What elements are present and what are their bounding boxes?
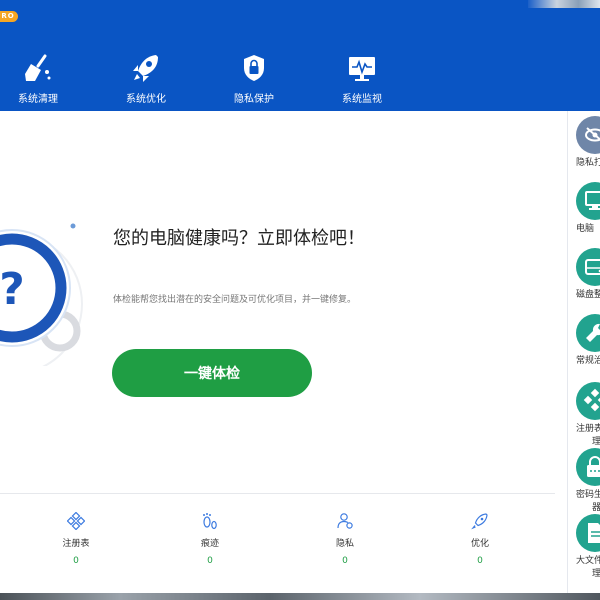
- nav-system-clean[interactable]: 系统清理: [0, 52, 83, 110]
- main-panel: ? 您的电脑健康吗？立即体检吧！ 体检能帮您找出潜在的安全问题及可优化项目，并一…: [0, 111, 567, 593]
- tool-label: 隐私打: [576, 158, 600, 168]
- shield-lock-icon: [244, 55, 264, 81]
- page-title: 您的电脑健康吗？立即体检吧！: [113, 228, 365, 249]
- tool-label: 大文件: [576, 556, 600, 566]
- nav-system-optimize[interactable]: 系统优化: [101, 52, 191, 110]
- tool-computer-info[interactable]: 电脑: [576, 182, 600, 236]
- tool-icon-bg: [576, 182, 600, 220]
- health-status-graphic: ?: [0, 223, 83, 366]
- stat-label: 注册表: [62, 539, 90, 549]
- tool-label: 电脑: [576, 224, 595, 234]
- status-question-mark: ?: [0, 264, 25, 315]
- stat-registry[interactable]: 注册表 0: [36, 512, 116, 566]
- monitor-pulse-icon: [349, 57, 375, 81]
- footprint-icon: [203, 513, 217, 530]
- broom-icon: [25, 54, 51, 81]
- computer-icon: [585, 191, 600, 210]
- pro-badge: PRO: [0, 11, 18, 22]
- tool-icon-bg: [576, 514, 600, 552]
- disk-icon: [585, 259, 600, 275]
- tool-icon-bg: [576, 248, 600, 286]
- tool-icon-bg: [576, 116, 600, 154]
- stat-traces[interactable]: 痕迹 0: [170, 512, 250, 566]
- divider: [0, 493, 555, 494]
- registry-icon: [67, 512, 85, 530]
- large-file-icon: [588, 523, 600, 543]
- stat-value: 0: [477, 556, 483, 566]
- stat-value: 0: [73, 556, 79, 566]
- tool-label-line2: 理: [592, 569, 600, 579]
- tool-label: 注册表: [576, 424, 600, 434]
- one-click-check-button[interactable]: 一键体检: [112, 349, 312, 397]
- tool-label: 密码生: [576, 490, 600, 500]
- stat-value: 0: [207, 556, 213, 566]
- tool-large-file-clean[interactable]: 大文件 理: [576, 514, 600, 581]
- nav-label: 系统优化: [126, 94, 166, 105]
- rocket-small-icon: [471, 513, 488, 530]
- wrench-icon: [586, 323, 600, 342]
- stat-privacy[interactable]: 隐私 0: [305, 512, 385, 566]
- tool-icon-bg: [576, 448, 600, 486]
- tool-label: 常规治: [576, 356, 600, 366]
- tool-registry-clean[interactable]: 注册表 理: [576, 382, 600, 449]
- stat-value: 0: [342, 556, 348, 566]
- nav-privacy-protect[interactable]: 隐私保护: [209, 52, 299, 110]
- stat-label: 优化: [470, 539, 489, 549]
- top-banner: PRO 系统清理 系统优化 隐私保护: [0, 0, 600, 111]
- tool-password-generator[interactable]: 密码生 器: [576, 448, 600, 515]
- nav-label: 系统清理: [18, 94, 58, 105]
- password-icon: [587, 456, 600, 477]
- stat-label: 痕迹: [200, 539, 219, 549]
- tool-general-clean[interactable]: 常规治: [576, 314, 600, 368]
- nav-system-monitor[interactable]: 系统监视: [317, 52, 407, 110]
- nav-label: 隐私保护: [234, 94, 274, 105]
- stat-optimize[interactable]: 优化 0: [440, 512, 520, 566]
- tool-icon-bg: [576, 314, 600, 352]
- user-privacy-icon: [337, 513, 353, 529]
- tool-label: 磁盘整: [576, 290, 600, 300]
- background-photo-strip: [528, 0, 600, 8]
- page-description: 体检能帮您找出潜在的安全问题及可优化项目，并一键修复。: [113, 295, 357, 305]
- rocket-icon: [133, 55, 158, 82]
- background-photo-strip: [0, 593, 600, 600]
- eye-slash-icon: [585, 127, 600, 142]
- tool-privacy-eraser[interactable]: 隐私打: [576, 116, 600, 170]
- tool-icon-bg: [576, 382, 600, 420]
- registry-tool-icon: [583, 388, 600, 412]
- tool-disk-defrag[interactable]: 磁盘整: [576, 248, 600, 302]
- nav-label: 系统监视: [342, 94, 382, 105]
- stat-label: 隐私: [335, 539, 354, 549]
